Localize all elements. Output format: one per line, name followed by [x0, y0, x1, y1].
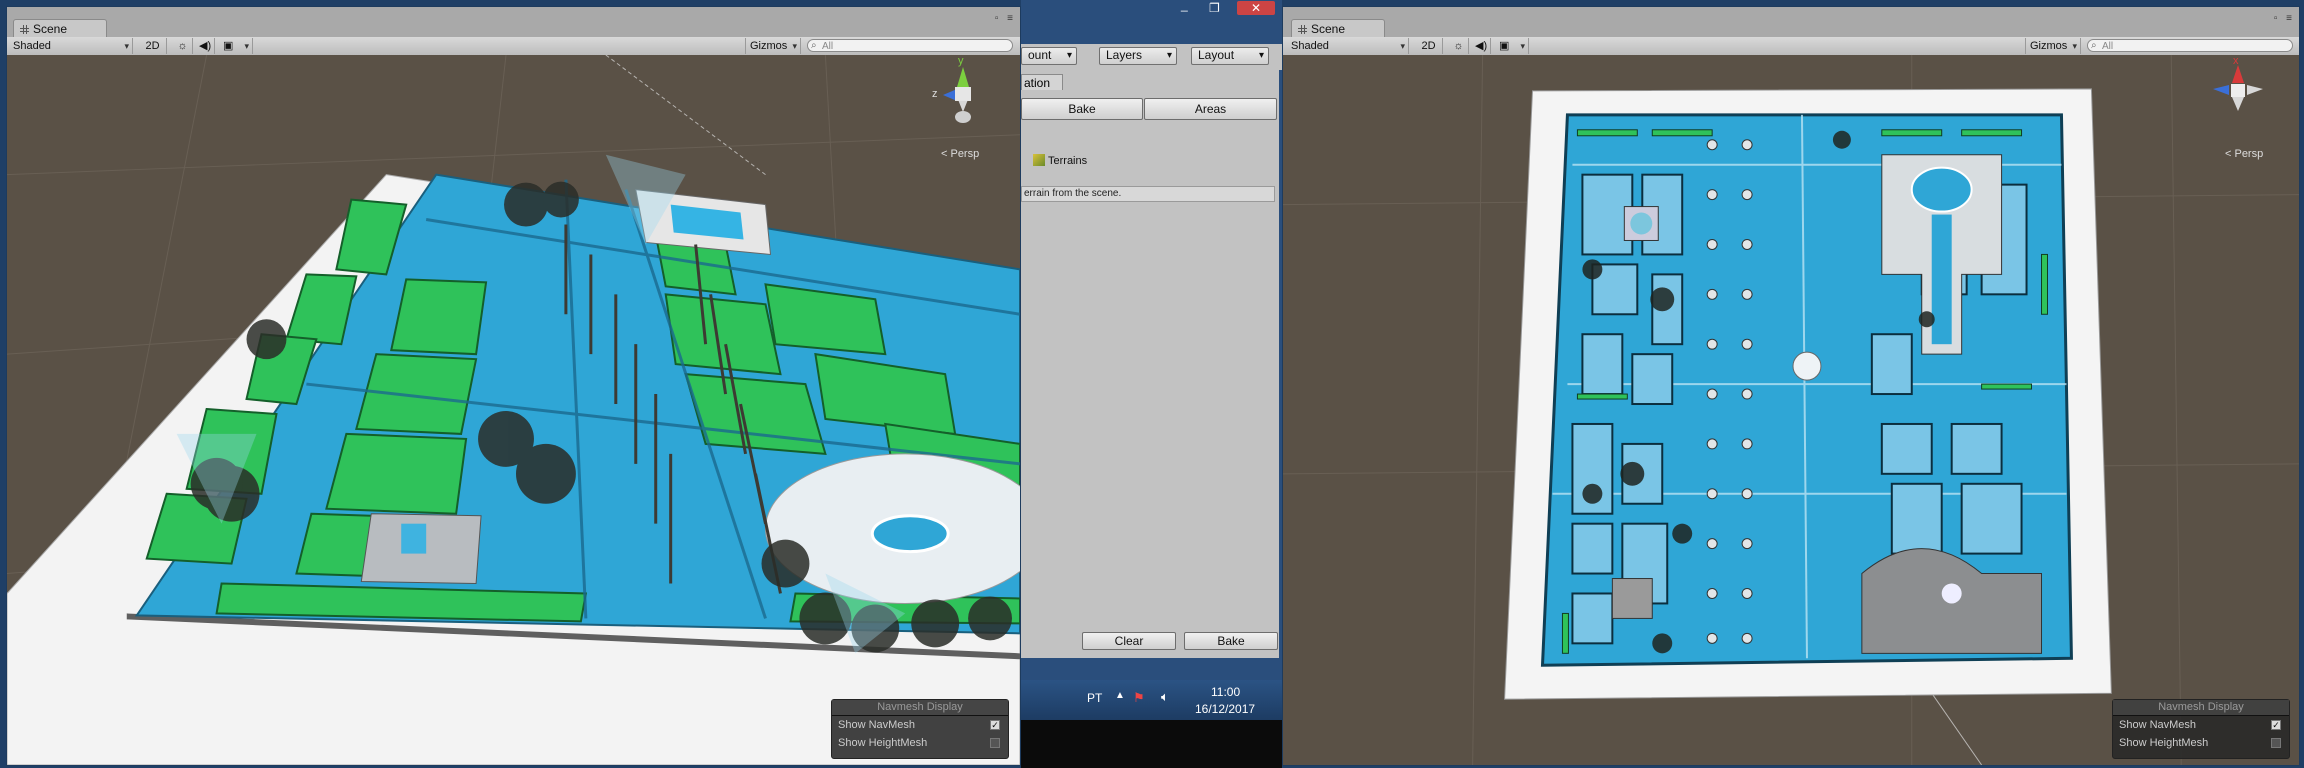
- terrains-object-row[interactable]: Terrains: [1033, 154, 1087, 170]
- right-persp-label[interactable]: < Persp: [2225, 148, 2263, 160]
- right-gizmo-x-label: x: [2233, 55, 2239, 67]
- left-show-navmesh-checkbox[interactable]: ✓: [990, 720, 1000, 730]
- minimize-icon[interactable]: _: [1181, 0, 1188, 12]
- left-gizmo-z-label: z: [932, 88, 938, 100]
- navigation-panel: ation Bake Areas Terrains errain from th…: [1021, 70, 1279, 658]
- left-panel-menu-icon[interactable]: ▫ ≡: [995, 13, 1016, 24]
- right-panel-menu-icon[interactable]: ▫ ≡: [2274, 13, 2295, 24]
- left-shading-label: Shaded: [13, 40, 51, 52]
- maximize-icon[interactable]: ❐: [1209, 1, 1220, 15]
- left-show-navmesh-label: Show NavMesh: [838, 719, 916, 731]
- left-gizmos-dropdown[interactable]: Gizmos: [745, 38, 801, 54]
- info-textbox: errain from the scene.: [1021, 186, 1275, 202]
- left-shading-dropdown[interactable]: Shaded: [9, 38, 133, 54]
- bake-tab-label: Bake: [1068, 102, 1096, 116]
- left-scene-tab[interactable]: Scene: [13, 19, 107, 38]
- account-dropdown[interactable]: ount: [1021, 47, 1077, 65]
- right-shading-dropdown[interactable]: Shaded: [1287, 38, 1409, 54]
- terrains-label: Terrains: [1048, 155, 1088, 167]
- right-scene-window: Scene ▫ ≡ Shaded 2D ☼ ◀) ▣ Gizmos All: [1282, 6, 2300, 766]
- left-navmesh-display-title: Navmesh Display: [832, 700, 1008, 716]
- left-show-heightmesh-label: Show HeightMesh: [838, 737, 928, 749]
- volume-icon[interactable]: 🔈︎: [1161, 689, 1169, 705]
- left-effects-dropdown-icon[interactable]: ▣: [219, 38, 253, 54]
- left-gizmo-y-label: y: [958, 55, 964, 67]
- clear-button[interactable]: Clear: [1082, 632, 1176, 650]
- taskbar-lower-strip: [1021, 720, 1282, 768]
- clear-label: Clear: [1114, 634, 1144, 648]
- middle-editor-strip: _ ❐ ✕ ount Layers Layout ation Bake Area…: [1021, 0, 1282, 768]
- right-show-heightmesh-checkbox[interactable]: [2271, 738, 2281, 748]
- right-effects-dropdown-icon[interactable]: ▣: [1495, 38, 1529, 54]
- right-audio-toggle-icon[interactable]: ◀): [1471, 38, 1491, 54]
- right-lighting-toggle-icon[interactable]: ☼: [1449, 38, 1469, 54]
- left-persp-label[interactable]: < Persp: [941, 148, 979, 160]
- right-search-placeholder: All: [2102, 41, 2114, 52]
- right-shading-label: Shaded: [1291, 40, 1329, 52]
- left-show-navmesh-row[interactable]: Show NavMesh ✓: [832, 716, 1008, 734]
- right-scene-tab-label: Scene: [1311, 22, 1346, 36]
- right-navmesh-display-title: Navmesh Display: [2113, 700, 2289, 716]
- right-scene-tab[interactable]: Scene: [1291, 19, 1385, 38]
- account-label: ount: [1028, 48, 1052, 62]
- scene-grid-icon: [1298, 25, 1307, 34]
- right-show-navmesh-label: Show NavMesh: [2119, 719, 2197, 731]
- layout-label: Layout: [1198, 48, 1235, 62]
- left-scene-viewport[interactable]: y z < Persp Navmesh Display Show NavMesh…: [7, 55, 1020, 765]
- taskbar: PT ▲ ⚑ 🔈︎ 11:00 16/12/2017: [1021, 680, 1282, 720]
- left-gizmos-label: Gizmos: [750, 40, 788, 52]
- left-search-input[interactable]: All: [807, 39, 1013, 52]
- left-search-placeholder: All: [822, 41, 834, 52]
- tray-expand-icon[interactable]: ▲: [1115, 690, 1125, 701]
- left-scene-tab-label: Scene: [33, 22, 68, 36]
- layout-dropdown[interactable]: Layout: [1191, 47, 1269, 65]
- left-scene-tabbar: Scene ▫ ≡: [7, 7, 1020, 38]
- bake-button[interactable]: Bake: [1184, 632, 1278, 650]
- right-scene-tabbar: Scene ▫ ≡: [1283, 7, 2299, 38]
- terrain-cube-icon: [1033, 154, 1045, 166]
- bake-label: Bake: [1217, 634, 1245, 648]
- clock-date[interactable]: 16/12/2017: [1195, 702, 1255, 716]
- bake-tab-button[interactable]: Bake: [1021, 98, 1143, 120]
- left-show-heightmesh-row[interactable]: Show HeightMesh: [832, 734, 1008, 752]
- layers-dropdown[interactable]: Layers: [1099, 47, 1177, 65]
- clock-time[interactable]: 11:00: [1211, 685, 1240, 699]
- navigation-tab[interactable]: ation: [1021, 74, 1063, 90]
- right-2d-label: 2D: [1421, 40, 1436, 52]
- right-2d-toggle[interactable]: 2D: [1415, 38, 1443, 54]
- right-show-navmesh-row[interactable]: Show NavMesh ✓: [2113, 716, 2289, 734]
- main-toolbar: ount Layers Layout: [1021, 44, 1282, 70]
- right-orientation-gizmo-icon[interactable]: [2203, 59, 2273, 139]
- left-2d-label: 2D: [145, 40, 160, 52]
- left-scene-window: Scene ▫ ≡ Shaded 2D ☼ ◀) ▣ Gizmos All: [6, 6, 1021, 766]
- info-text: errain from the scene.: [1024, 188, 1122, 199]
- right-search-input[interactable]: All: [2087, 39, 2293, 52]
- action-center-flag-icon[interactable]: ⚑: [1133, 690, 1145, 706]
- left-2d-toggle[interactable]: 2D: [139, 38, 167, 54]
- right-gizmos-dropdown[interactable]: Gizmos: [2025, 38, 2081, 54]
- left-scene-render: [7, 55, 1020, 765]
- left-navmesh-display-panel: Navmesh Display Show NavMesh ✓ Show Heig…: [831, 699, 1009, 759]
- close-icon[interactable]: ✕: [1237, 1, 1275, 15]
- navigation-tab-label: ation: [1024, 76, 1051, 90]
- right-scene-toolbar: Shaded 2D ☼ ◀) ▣ Gizmos All: [1283, 37, 2299, 56]
- right-scene-viewport[interactable]: x < Persp Navmesh Display Show NavMesh ✓…: [1283, 55, 2299, 765]
- left-lighting-toggle-icon[interactable]: ☼: [173, 38, 193, 54]
- left-audio-toggle-icon[interactable]: ◀): [195, 38, 215, 54]
- areas-tab-button[interactable]: Areas: [1144, 98, 1277, 120]
- window-controls: _ ❐ ✕: [1171, 0, 1281, 18]
- right-navmesh-display-panel: Navmesh Display Show NavMesh ✓ Show Heig…: [2112, 699, 2290, 759]
- right-gizmos-label: Gizmos: [2030, 40, 2068, 52]
- scene-grid-icon: [20, 25, 29, 34]
- language-indicator[interactable]: PT: [1087, 691, 1102, 705]
- left-scene-toolbar: Shaded 2D ☼ ◀) ▣ Gizmos All: [7, 37, 1020, 56]
- left-show-heightmesh-checkbox[interactable]: [990, 738, 1000, 748]
- right-scene-render: [1283, 55, 2299, 765]
- right-show-heightmesh-label: Show HeightMesh: [2119, 737, 2209, 749]
- layers-label: Layers: [1106, 48, 1143, 62]
- right-show-heightmesh-row[interactable]: Show HeightMesh: [2113, 734, 2289, 752]
- right-show-navmesh-checkbox[interactable]: ✓: [2271, 720, 2281, 730]
- areas-tab-label: Areas: [1194, 102, 1227, 116]
